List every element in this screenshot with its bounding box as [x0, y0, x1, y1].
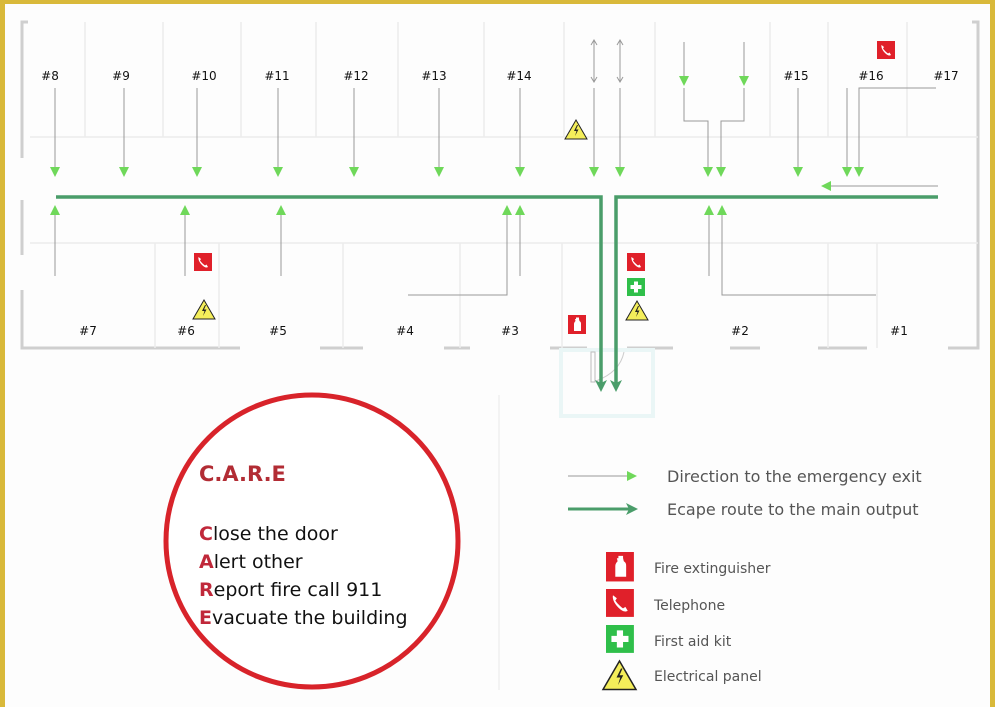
interior-walls	[30, 22, 978, 348]
evacuation-plan: #8 #9 #10 #11 #12 #13 #14 #15 #16 #17 #7…	[5, 4, 990, 707]
exit-vestibule	[559, 348, 655, 418]
room-label: #2	[731, 324, 749, 338]
room-label: #7	[79, 324, 97, 338]
care-step-text: eport fire call 911	[214, 579, 383, 601]
care-step: Report fire call 911	[199, 579, 382, 601]
room-label: #8	[41, 69, 59, 83]
room-label: #14	[506, 69, 531, 83]
room-label: #1	[890, 324, 908, 338]
floor-plan-svg: #8 #9 #10 #11 #12 #13 #14 #15 #16 #17 #7…	[20, 20, 980, 691]
telephone-icon	[627, 253, 645, 271]
direction-arrow	[683, 88, 713, 177]
care-step-text: lose the door	[213, 523, 338, 545]
telephone-icon	[194, 253, 212, 271]
room-label: #6	[177, 324, 195, 338]
room-label: #11	[264, 69, 289, 83]
room-labels-bottom: #7 #6 #5 #4 #3 #2 #1	[79, 324, 908, 338]
first-aid-icon	[606, 625, 634, 653]
care-title: C.A.R.E	[199, 462, 286, 486]
telephone-icon	[606, 589, 634, 617]
room-labels-top: #8 #9 #10 #11 #12 #13 #14 #15 #16 #17	[41, 69, 959, 83]
legend-direction-label: Direction to the emergency exit	[667, 467, 922, 486]
legend-escape-label: Ecape route to the main output	[667, 500, 918, 519]
care-step: Alert other	[199, 551, 303, 573]
room-label: #16	[858, 69, 883, 83]
care-step-initial: C	[199, 523, 213, 545]
fire-extinguisher-icon	[568, 315, 586, 334]
room-label: #9	[112, 69, 130, 83]
direction-arrow	[854, 87, 936, 177]
electrical-panel-icon	[192, 299, 216, 320]
care-step-text: vacuate the building	[212, 607, 408, 629]
legend-item-label: Telephone	[653, 598, 725, 614]
care-step-initial: E	[199, 607, 212, 629]
direction-arrow	[716, 88, 745, 177]
exit-door	[590, 351, 596, 383]
legend: Direction to the emergency exit Ecape ro…	[568, 467, 922, 691]
room-label: #13	[421, 69, 446, 83]
care-step-initial: R	[199, 579, 214, 601]
direction-arrow	[717, 205, 876, 296]
legend-item-label: Electrical panel	[654, 669, 762, 685]
care-step: Close the door	[199, 523, 338, 545]
room-label: #3	[501, 324, 519, 338]
room-label: #5	[269, 324, 287, 338]
telephone-icon	[877, 41, 895, 59]
care-step: Evacuate the building	[199, 607, 408, 629]
room-label: #4	[396, 324, 414, 338]
legend-item-label: Fire extinguisher	[654, 561, 771, 577]
care-step-text: lert other	[214, 551, 303, 573]
care-step-initial: A	[199, 551, 214, 573]
room-label: #10	[191, 69, 216, 83]
room-label: #12	[343, 69, 368, 83]
first-aid-icon	[627, 278, 645, 296]
electrical-panel-icon	[564, 119, 588, 140]
escape-route-right	[610, 195, 938, 392]
building-walls	[20, 20, 980, 350]
room-label: #17	[933, 69, 958, 83]
room-label: #15	[783, 69, 808, 83]
stair-indicators	[590, 39, 624, 83]
escape-route	[56, 195, 938, 392]
electrical-panel-icon	[602, 660, 637, 691]
electrical-panel-icon	[625, 300, 649, 321]
legend-item-label: First aid kit	[654, 634, 732, 650]
direction-arrow	[408, 205, 512, 296]
fire-extinguisher-icon	[606, 552, 634, 582]
care-panel: C.A.R.E Close the door Alert other Repor…	[163, 392, 461, 690]
escape-route-left	[56, 195, 607, 392]
